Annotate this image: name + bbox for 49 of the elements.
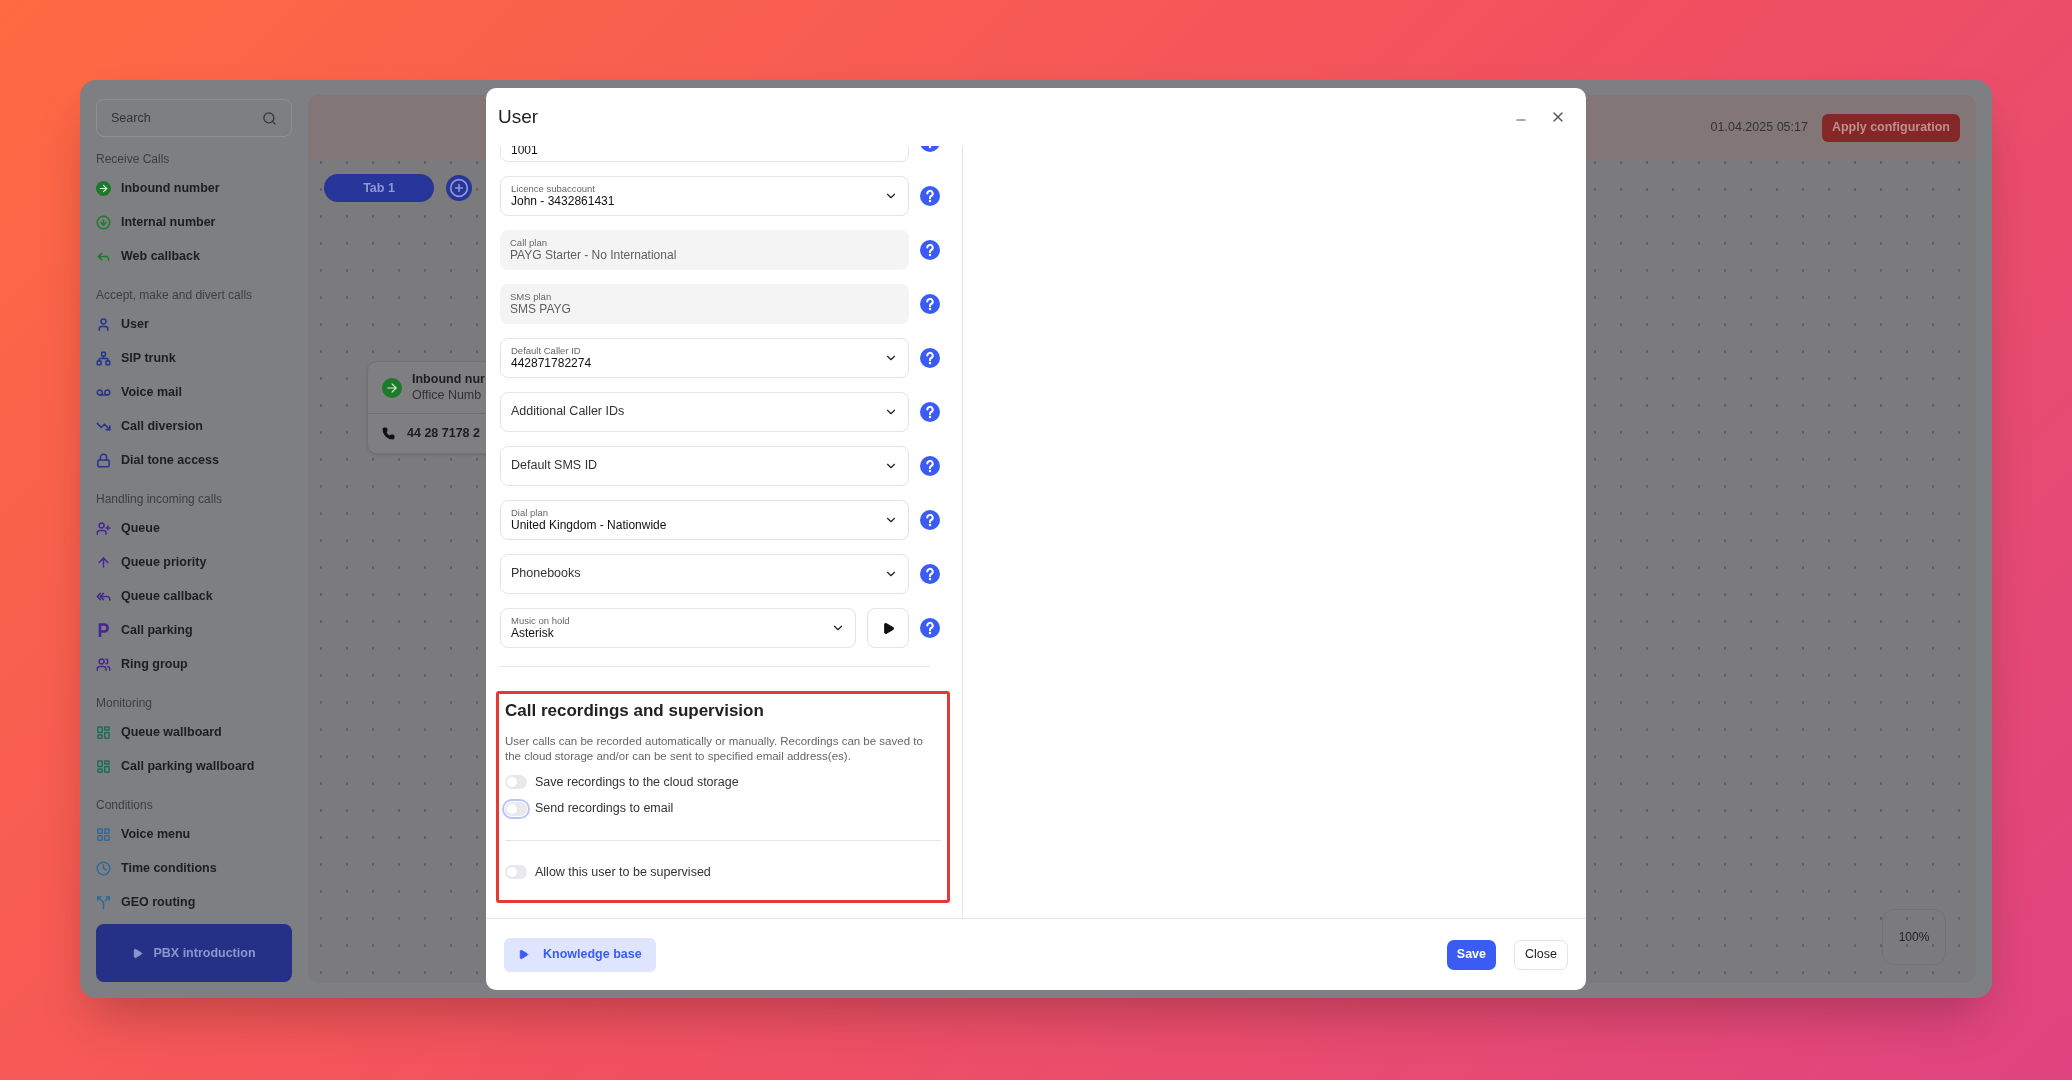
intro-button[interactable]: PBX introduction — [96, 924, 292, 982]
sidebar-item[interactable]: Call parking — [96, 613, 292, 647]
section-heading: Conditions — [96, 797, 154, 814]
sidebar-item[interactable]: Voice mail — [96, 375, 292, 409]
sidebar-item[interactable]: Queue callback — [96, 579, 292, 613]
select-field[interactable]: Additional Caller IDs — [500, 392, 909, 432]
sidebar-item[interactable]: Voice menu — [96, 817, 292, 851]
search-field[interactable]: Search — [96, 99, 292, 137]
sidebar-item[interactable]: GEO routing — [96, 885, 292, 919]
sidebar-item[interactable]: SIP trunk — [96, 341, 292, 375]
toggle-label: Allow this user to be supervised — [535, 864, 711, 881]
select-field[interactable]: Phonebooks — [500, 554, 909, 594]
select-field[interactable]: Music on hold Asterisk — [500, 608, 856, 648]
sidebar-item[interactable]: Ring group — [96, 647, 292, 681]
sidebar-item[interactable]: Dial tone access — [96, 443, 292, 477]
close-button[interactable]: Close — [1514, 939, 1568, 970]
dialog-title: User — [498, 104, 539, 129]
node-title: Inbound nur — [412, 372, 485, 388]
section-heading: Accept, make and divert calls — [96, 287, 254, 304]
select-field[interactable]: Dial plan United Kingdom - Nationwide — [500, 500, 909, 540]
knowledge-base-button[interactable]: Knowledge base — [504, 937, 656, 972]
select-field[interactable]: Default SMS ID — [500, 446, 909, 486]
node-subtitle: Office Numb — [412, 387, 483, 404]
apply-button[interactable]: Apply configuration — [1821, 113, 1960, 142]
tab[interactable]: Tab 1 — [324, 174, 434, 202]
sidebar-item[interactable]: Queue priority — [96, 545, 292, 579]
node-number: 44 28 7178 2 — [407, 425, 480, 443]
toggle-label: Save recordings to the cloud storage — [535, 773, 739, 791]
save-button[interactable]: Save — [1446, 939, 1497, 970]
section-heading: Receive Calls — [96, 151, 171, 168]
section-title: Call recordings and supervision — [505, 700, 765, 722]
sidebar-item[interactable]: Queue wallboard — [96, 715, 292, 749]
section-heading: Handling incoming calls — [96, 491, 224, 508]
toggle-label: Send recordings to email — [535, 800, 674, 818]
select-field[interactable]: Licence subaccount John - 3432861431 — [500, 176, 909, 216]
section-description: User calls can be recorded automatically or manually. Recordings can be saved to the cloud storage and/or can be sent to specified email address(es). — [505, 733, 924, 764]
select-field[interactable]: Default Caller ID 442871782274 — [500, 338, 909, 378]
sidebar-item[interactable]: Time conditions — [96, 851, 292, 885]
sidebar-item[interactable]: Call diversion — [96, 409, 292, 443]
sidebar-item[interactable]: Internal number — [96, 205, 292, 239]
section-heading: Monitoring — [96, 695, 154, 712]
sidebar-item[interactable]: User — [96, 307, 292, 341]
sidebar-item[interactable]: Web callback — [96, 239, 292, 273]
sidebar-item[interactable]: Inbound number — [96, 171, 292, 205]
timestamp: 01.04.2025 05:17 — [1710, 119, 1808, 137]
zoom-level[interactable]: 100% — [1882, 909, 1946, 965]
sidebar-item[interactable]: Queue — [96, 511, 292, 545]
input-field[interactable]: 1001 — [500, 146, 909, 162]
sidebar-item[interactable]: Call parking wallboard — [96, 749, 292, 783]
